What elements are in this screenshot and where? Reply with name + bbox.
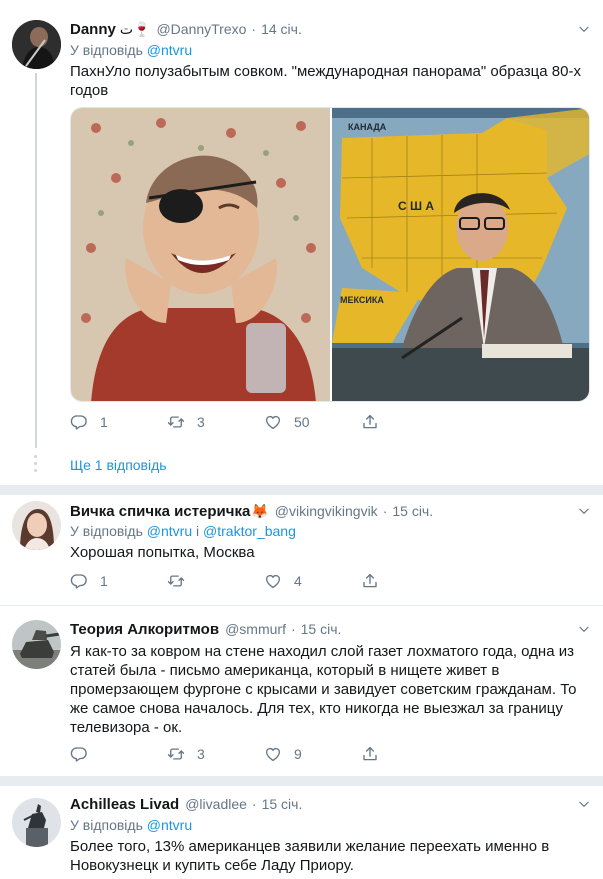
media-photo-right[interactable]: КАНАДА С Ш А МЕКСИКА [332,108,589,401]
author-name[interactable]: Danny [70,21,116,38]
author-handle[interactable]: @vikingvikingvik [275,503,378,519]
mention-link[interactable]: @traktor_bang [203,523,296,539]
tweet-text: ПахнУло полузабытым совком. "международн… [70,63,581,99]
conversation-divider [0,485,603,495]
tweet-achilleas[interactable]: Achilleas Livad @livadlee · 15 січ. У ві… [0,786,603,879]
chevron-down-icon[interactable] [577,504,591,518]
tweet-teoriya[interactable]: Теория Алкоритмов @smmurf · 15 січ. Я ка… [0,606,603,776]
tweet-text: Я как-то за ковром на стене находил слой… [70,643,577,736]
tweet-actions: 1 4 [70,571,458,591]
retweet-icon [167,745,185,763]
author-handle[interactable]: @DannyTrexo [156,21,246,37]
avatar[interactable] [12,501,61,550]
media-grid[interactable]: КАНАДА С Ш А МЕКСИКА [70,107,590,402]
tweet-danny[interactable]: Danny ت🍷 @DannyTrexo · 14 січ. У відпові… [0,0,603,485]
tweet-vicka[interactable]: Вичка спичка истеричка 🦊 @vikingvikingvi… [0,495,603,605]
tweet-actions: 1 3 50 [70,412,458,432]
retweet-icon [167,572,185,590]
map-label-canada: КАНАДА [348,122,387,132]
retweet-icon [167,413,185,431]
separator-dot: · [382,503,388,519]
reply-icon [70,745,88,763]
retweet-button[interactable]: 3 [167,745,264,763]
retweet-count: 3 [197,414,205,430]
avatar[interactable] [12,798,61,847]
tweet-time[interactable]: 15 січ. [301,621,342,637]
author-name[interactable]: Теория Алкоритмов [70,621,219,638]
like-button[interactable]: 4 [264,572,361,590]
share-button[interactable] [361,572,458,590]
like-button[interactable]: 50 [264,413,361,431]
share-icon [361,745,379,763]
thread-line [35,73,37,448]
tweet-text: Более того, 13% американцев заявили жела… [70,838,550,874]
map-label-usa: С Ш А [398,199,434,213]
like-button[interactable]: 9 [264,745,361,763]
mention-link[interactable]: @ntvru [147,42,192,58]
chevron-down-icon[interactable] [577,22,591,36]
tweet-time[interactable]: 14 січ. [261,21,302,37]
mention-link[interactable]: @ntvru [147,817,192,833]
reply-icon [70,572,88,590]
fox-emoji: 🦊 [251,503,269,519]
chevron-down-icon[interactable] [577,622,591,636]
reply-button[interactable] [70,745,167,763]
thread-dots [34,455,38,475]
like-count: 9 [294,746,302,762]
mention-link[interactable]: @ntvru [147,523,192,539]
share-button[interactable] [361,413,458,431]
separator-dot: · [290,621,296,637]
author-handle[interactable]: @smmurf [225,621,286,637]
share-icon [361,413,379,431]
heart-icon [264,572,282,590]
heart-icon [264,745,282,763]
reply-count: 1 [100,573,108,589]
conversation-divider [0,776,603,786]
tweet-text: Хорошая попытка, Москва [70,544,255,561]
like-count: 50 [294,414,310,430]
retweet-button[interactable] [167,572,264,590]
separator-dot: · [251,796,257,812]
reply-count: 1 [100,414,108,430]
reply-button[interactable]: 1 [70,572,167,590]
like-count: 4 [294,573,302,589]
reply-prefix: У відповідь [70,523,143,539]
reply-button[interactable]: 1 [70,413,167,431]
tweet-actions: 3 9 [70,744,458,764]
author-emoji: ت🍷 [119,21,151,37]
reply-joiner: і [196,523,200,539]
avatar[interactable] [12,20,61,69]
reply-context: У відповідь @ntvru [70,817,192,833]
reply-prefix: У відповідь [70,817,143,833]
tweet-time[interactable]: 15 січ. [392,503,433,519]
retweet-count: 3 [197,746,205,762]
chevron-down-icon[interactable] [577,797,591,811]
author-handle[interactable]: @livadlee [185,796,247,812]
avatar[interactable] [12,620,61,669]
tweet-time[interactable]: 15 січ. [262,796,303,812]
show-more-replies-link[interactable]: Ще 1 відповідь [70,457,167,473]
reply-prefix: У відповідь [70,42,143,58]
share-button[interactable] [361,745,458,763]
author-name[interactable]: Achilleas Livad [70,796,179,813]
author-name[interactable]: Вичка спичка истеричка [70,503,250,520]
media-photo-left[interactable] [71,108,330,401]
reply-context: У відповідь @ntvru [70,42,192,58]
reply-context: У відповідь @ntvru і @traktor_bang [70,523,296,539]
separator-dot: · [251,21,257,37]
map-label-mexico: МЕКСИКА [340,295,384,305]
reply-icon [70,413,88,431]
retweet-button[interactable]: 3 [167,413,264,431]
heart-icon [264,413,282,431]
share-icon [361,572,379,590]
